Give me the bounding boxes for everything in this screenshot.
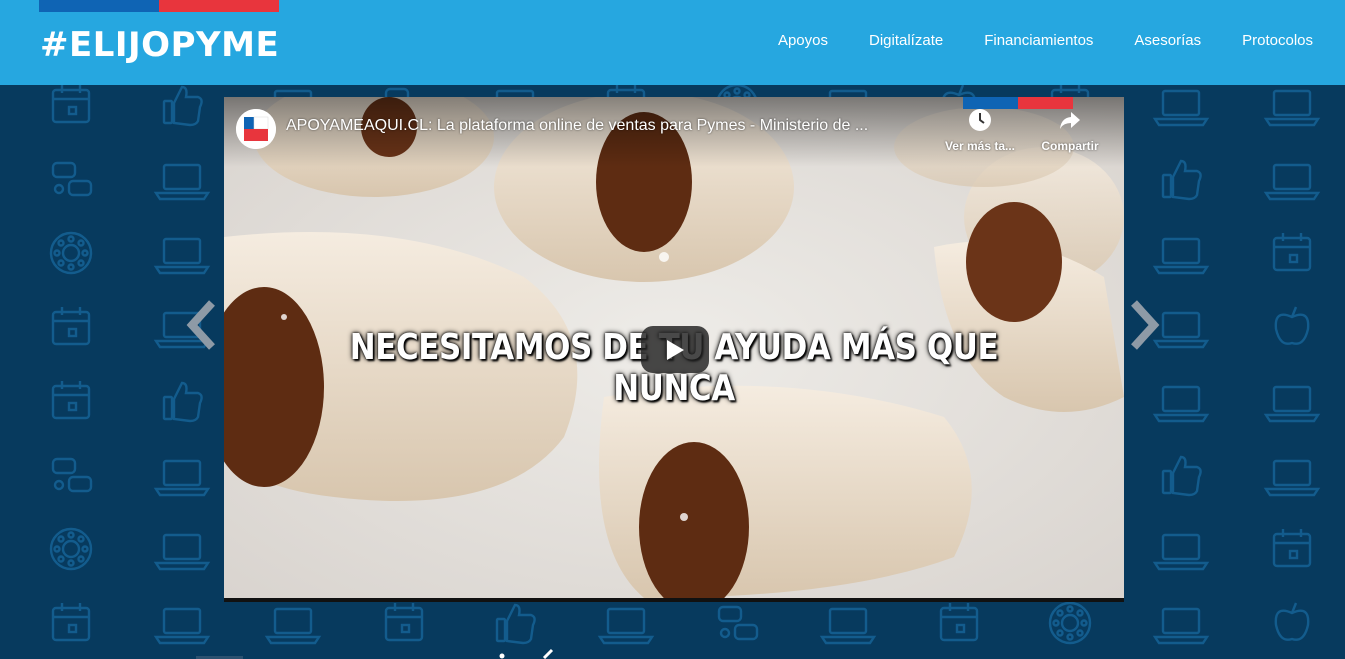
pattern-laptop-icon <box>154 163 210 201</box>
nav-apoyos[interactable]: Apoyos <box>778 32 828 49</box>
pattern-cal-icon <box>384 601 424 642</box>
play-button[interactable] <box>641 326 709 373</box>
site-header: #ELIJOPYME Apoyos Digitalízate Financiam… <box>0 0 1345 85</box>
watch-later-label: Ver más ta... <box>944 139 1016 153</box>
pattern-laptop-icon <box>154 237 210 275</box>
pattern-laptop-icon <box>1264 459 1320 497</box>
share-button[interactable]: Compartir <box>1030 107 1110 153</box>
pattern-laptop-icon <box>1153 533 1209 571</box>
pattern-cal-icon <box>51 305 91 346</box>
pattern-thumb-icon <box>1161 455 1202 497</box>
chevron-left-icon <box>186 300 215 350</box>
government-logo-icon <box>236 109 276 149</box>
clock-icon <box>969 109 991 131</box>
pattern-laptop-icon <box>820 607 876 645</box>
pattern-apple-icon <box>1274 305 1310 345</box>
pattern-thumb-icon <box>162 381 203 423</box>
pattern-chat-icon <box>51 457 93 493</box>
pattern-laptop-icon <box>1153 237 1209 275</box>
pattern-laptop-icon <box>1264 385 1320 423</box>
flag-stripe <box>39 0 279 12</box>
pattern-laptop-icon <box>154 607 210 645</box>
nav-financiamientos[interactable]: Financiamientos <box>984 32 1093 49</box>
nav-protocolos[interactable]: Protocolos <box>1242 32 1313 49</box>
pattern-cal-icon <box>51 85 91 124</box>
pattern-thumb-icon <box>162 85 203 127</box>
share-arrow-icon <box>1060 112 1080 129</box>
play-icon <box>667 339 684 360</box>
pattern-cal-icon <box>939 601 979 642</box>
site-logo[interactable]: #ELIJOPYME <box>40 24 279 66</box>
youtube-video-player[interactable]: APOYAMEAQUI.CL: La plataforma online de … <box>224 97 1124 602</box>
pattern-cal-icon <box>51 601 91 642</box>
pattern-laptop-icon <box>1153 89 1209 127</box>
pattern-laptop-icon <box>1264 163 1320 201</box>
flag-red <box>159 0 279 12</box>
pattern-laptop-icon <box>598 607 654 645</box>
pattern-dots-icon <box>49 231 93 275</box>
pattern-cal-icon <box>1272 527 1312 568</box>
pattern-laptop-icon <box>265 607 321 645</box>
channel-avatar[interactable] <box>236 109 276 149</box>
pattern-dots-icon <box>49 527 93 571</box>
pattern-dots-icon <box>1048 601 1092 645</box>
share-label: Compartir <box>1041 139 1099 153</box>
chevron-right-icon <box>1131 300 1160 350</box>
pattern-chat-icon <box>717 605 759 641</box>
carousel-prev-button[interactable] <box>182 295 222 355</box>
pattern-laptop-icon <box>1153 385 1209 423</box>
pattern-cal-icon <box>51 379 91 420</box>
pattern-laptop-icon <box>154 459 210 497</box>
carousel-next-button[interactable] <box>1124 295 1164 355</box>
pattern-thumb-icon <box>495 603 536 645</box>
pattern-apple-icon <box>1274 601 1310 641</box>
pattern-laptop-icon <box>154 533 210 571</box>
pattern-cal-icon <box>1272 231 1312 272</box>
pattern-chat-icon <box>51 161 93 197</box>
nav-asesorias[interactable]: Asesorías <box>1134 32 1201 49</box>
video-title[interactable]: APOYAMEAQUI.CL: La plataforma online de … <box>286 117 936 135</box>
bottom-decoration-icon <box>499 648 554 659</box>
nav-digitalizate[interactable]: Digitalízate <box>869 32 943 49</box>
flag-blue <box>39 0 159 12</box>
pattern-laptop-icon <box>1264 89 1320 127</box>
pattern-laptop-icon <box>1153 607 1209 645</box>
main-nav: Apoyos Digitalízate Financiamientos Ases… <box>778 32 1313 49</box>
pattern-thumb-icon <box>1161 159 1202 201</box>
watch-later-button[interactable]: Ver más ta... <box>940 107 1020 153</box>
